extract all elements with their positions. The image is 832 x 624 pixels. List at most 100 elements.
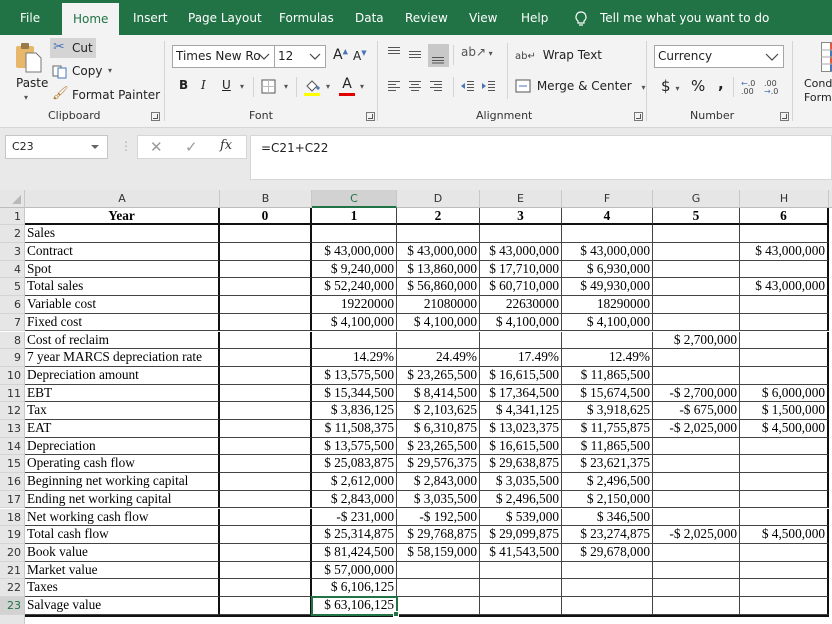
- row-label-cell[interactable]: Tax: [25, 402, 220, 420]
- column-header-b[interactable]: B: [220, 190, 312, 208]
- cell-e5[interactable]: $ 60,710,000: [480, 278, 562, 297]
- cell-h12[interactable]: $ 1,500,000: [740, 402, 829, 420]
- cell-f4[interactable]: $ 6,930,000: [562, 260, 653, 279]
- row-header-6[interactable]: 6: [0, 296, 25, 314]
- row-header-23[interactable]: 23: [0, 597, 25, 615]
- cell-g10[interactable]: [653, 366, 740, 385]
- column-header-g[interactable]: G: [653, 190, 740, 208]
- year-header-cell[interactable]: Year: [25, 208, 220, 226]
- cell-e2[interactable]: [480, 225, 562, 243]
- row-header-3[interactable]: 3: [0, 243, 25, 261]
- cell-c22[interactable]: $ 6,106,125: [312, 579, 397, 597]
- number-format-select[interactable]: Currency: [654, 45, 784, 68]
- cell-c3[interactable]: $ 43,000,000: [312, 243, 397, 261]
- cell-b14[interactable]: [220, 437, 312, 456]
- increase-indent-icon[interactable]: [481, 80, 496, 92]
- row-header-9[interactable]: 9: [0, 349, 25, 367]
- cell-b8[interactable]: [220, 331, 312, 350]
- cell-g16[interactable]: [653, 473, 740, 491]
- copy-dropdown-icon[interactable]: ▾: [108, 66, 112, 75]
- borders-dropdown-icon[interactable]: ▾: [284, 82, 288, 91]
- paste-dropdown-icon[interactable]: ▾: [24, 93, 28, 102]
- row-label-cell[interactable]: Book value: [25, 543, 220, 562]
- align-right-icon[interactable]: [429, 80, 443, 92]
- select-all-button[interactable]: [0, 190, 25, 208]
- clipboard-dialog-launcher[interactable]: [151, 112, 160, 121]
- row-header-1[interactable]: 1: [0, 208, 25, 226]
- row-label-cell[interactable]: Cost of reclaim: [25, 331, 220, 350]
- insert-function-icon[interactable]: fx: [220, 138, 232, 153]
- year-header-cell[interactable]: 5: [653, 208, 740, 226]
- copy-button[interactable]: Copy ▾: [52, 63, 122, 81]
- column-header-h[interactable]: H: [740, 190, 829, 208]
- conditional-formatting-button[interactable]: Cond Forma: [802, 40, 832, 104]
- cell-c4[interactable]: $ 9,240,000: [312, 260, 397, 279]
- cell-h7[interactable]: [740, 313, 829, 332]
- cell-h8[interactable]: [740, 331, 829, 350]
- row-header-17[interactable]: 17: [0, 490, 25, 509]
- cell-d16[interactable]: $ 2,843,000: [397, 473, 480, 491]
- cell-g12[interactable]: -$ 675,000: [653, 402, 740, 420]
- row-header-15[interactable]: 15: [0, 455, 25, 474]
- font-color-button[interactable]: A: [339, 76, 355, 96]
- cell-h16[interactable]: [740, 473, 829, 491]
- cell-c23[interactable]: $ 63,106,125: [311, 596, 398, 616]
- cell-d10[interactable]: $ 23,265,500: [397, 366, 480, 385]
- cell-g17[interactable]: [653, 490, 740, 509]
- cell-b22[interactable]: [220, 579, 312, 597]
- cell-g13[interactable]: -$ 2,025,000: [653, 420, 740, 438]
- name-box[interactable]: C23: [5, 135, 108, 159]
- cell-c19[interactable]: $ 25,314,875: [312, 526, 397, 544]
- cell-e11[interactable]: $ 17,364,500: [480, 384, 562, 403]
- cell-b5[interactable]: [220, 278, 312, 297]
- cell-e10[interactable]: $ 16,615,500: [480, 366, 562, 385]
- cell-g9[interactable]: [653, 349, 740, 367]
- cell-b12[interactable]: [220, 402, 312, 420]
- fill-color-dropdown-icon[interactable]: ▾: [326, 82, 330, 91]
- wrap-text-button[interactable]: ab↵ Wrap Text: [515, 48, 602, 62]
- cell-g21[interactable]: [653, 561, 740, 580]
- row-label-cell[interactable]: Variable cost: [25, 296, 220, 314]
- row-header-21[interactable]: 21: [0, 561, 25, 580]
- decrease-indent-icon[interactable]: [460, 80, 475, 92]
- cell-f9[interactable]: 12.49%: [562, 349, 653, 367]
- year-header-cell[interactable]: 4: [562, 208, 653, 226]
- row-label-cell[interactable]: Salvage value: [25, 597, 220, 615]
- cell-f18[interactable]: $ 346,500: [562, 508, 653, 527]
- cell-d13[interactable]: $ 6,310,875: [397, 420, 480, 438]
- row-header-10[interactable]: 10: [0, 366, 25, 385]
- cell-g5[interactable]: [653, 278, 740, 297]
- cell-b20[interactable]: [220, 543, 312, 562]
- row-header-13[interactable]: 13: [0, 420, 25, 438]
- cell-b4[interactable]: [220, 260, 312, 279]
- cell-c11[interactable]: $ 15,344,500: [312, 384, 397, 403]
- cell-f23[interactable]: [562, 597, 653, 615]
- cell-f11[interactable]: $ 15,674,500: [562, 384, 653, 403]
- cell-d9[interactable]: 24.49%: [397, 349, 480, 367]
- cell-e4[interactable]: $ 17,710,000: [480, 260, 562, 279]
- cell-c6[interactable]: 19220000: [312, 296, 397, 314]
- cell-e8[interactable]: [480, 331, 562, 350]
- cell-f21[interactable]: [562, 561, 653, 580]
- comma-style-button[interactable]: ,: [718, 75, 724, 93]
- cell-b16[interactable]: [220, 473, 312, 491]
- font-size-select[interactable]: 12: [274, 45, 326, 68]
- underline-dropdown-icon[interactable]: ▾: [240, 82, 244, 91]
- cell-b2[interactable]: [220, 225, 312, 243]
- cell-f19[interactable]: $ 23,274,875: [562, 526, 653, 544]
- cell-d3[interactable]: $ 43,000,000: [397, 243, 480, 261]
- cell-h20[interactable]: [740, 543, 829, 562]
- cell-f3[interactable]: $ 43,000,000: [562, 243, 653, 261]
- cell-h14[interactable]: [740, 437, 829, 456]
- row-label-cell[interactable]: 7 year MARCS depreciation rate: [25, 349, 220, 367]
- year-header-cell[interactable]: 6: [740, 208, 829, 226]
- align-left-icon[interactable]: [387, 80, 401, 92]
- cell-e21[interactable]: [480, 561, 562, 580]
- cut-button[interactable]: ✂ Cut: [50, 38, 96, 58]
- cell-g22[interactable]: [653, 579, 740, 597]
- cell-h5[interactable]: $ 43,000,000: [740, 278, 829, 297]
- column-header-e[interactable]: E: [480, 190, 562, 208]
- tab-help[interactable]: Help: [521, 0, 548, 35]
- number-dialog-launcher[interactable]: [780, 112, 789, 121]
- increase-decimal-button[interactable]: ←.0.00: [741, 80, 755, 96]
